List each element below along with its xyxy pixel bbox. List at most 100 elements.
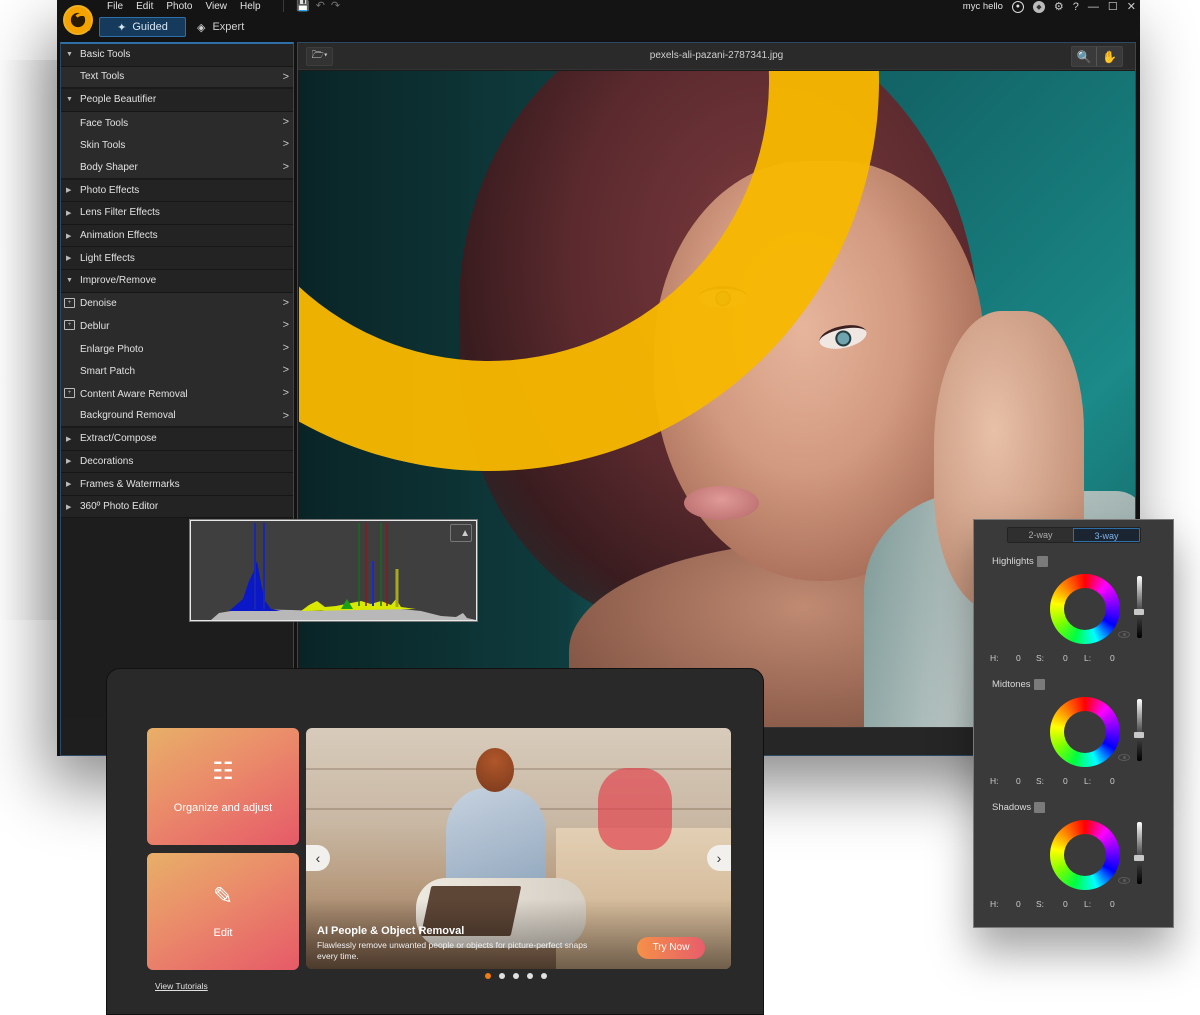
minimize-button[interactable]: — <box>1088 1 1099 13</box>
slider-thumb[interactable] <box>1134 855 1144 861</box>
slider-thumb[interactable] <box>1134 732 1144 738</box>
redo-icon[interactable]: ↷ <box>331 0 340 12</box>
carousel-dot[interactable] <box>527 973 533 979</box>
save-icon[interactable]: 💾 <box>296 0 310 12</box>
bell-icon[interactable]: ◆ <box>1032 0 1045 13</box>
sidebar-category-360-photo-editor[interactable]: ▶ 360º Photo Editor <box>61 495 293 519</box>
undo-icon[interactable]: ↶ <box>316 0 325 12</box>
section-checkbox[interactable] <box>1036 556 1048 567</box>
menu-edit[interactable]: Edit <box>136 0 162 14</box>
sidebar-label: Skin Tools <box>80 140 126 152</box>
quick-access: 💾 ↶ ↷ <box>283 0 340 12</box>
s-label: S: <box>1036 776 1045 786</box>
gear-icon[interactable]: ⚙ <box>1054 1 1064 13</box>
caret-right-icon: ▶ <box>66 481 72 489</box>
caret-down-icon: ▼ <box>66 51 73 59</box>
sidebar-label: Content Aware Removal <box>80 388 188 400</box>
carousel-dot[interactable] <box>499 973 505 979</box>
window-shadow <box>0 60 60 620</box>
magic-wand-icon: ✦ <box>117 21 127 34</box>
maximize-button[interactable]: ☐ <box>1108 1 1118 13</box>
l-label: L: <box>1084 653 1092 663</box>
slider-thumb[interactable] <box>1134 609 1144 615</box>
sidebar-category-lens-filter-effects[interactable]: ▶ Lens Filter Effects <box>61 202 293 225</box>
title-bar: File Edit Photo View Help 💾 ↶ ↷ ✦ Guided… <box>57 0 1140 40</box>
zoom-icon[interactable]: 🔍 <box>1072 47 1097 66</box>
hand-pan-icon[interactable]: ✋ <box>1097 47 1122 66</box>
try-now-button[interactable]: Try Now <box>637 937 705 959</box>
help-icon[interactable]: ? <box>1073 1 1079 13</box>
eye-icon[interactable] <box>1118 754 1130 761</box>
sidebar-category-decorations[interactable]: ▶ Decorations <box>61 450 293 474</box>
sidebar-item-content-aware-removal[interactable]: + > Content Aware Removal <box>61 382 293 406</box>
chevron-right-icon[interactable]: › <box>707 845 731 871</box>
chevron-right-icon: > <box>282 341 289 354</box>
chevron-right-icon: > <box>282 296 289 309</box>
sidebar-category-photo-effects[interactable]: ▶ Photo Effects <box>61 179 293 203</box>
menu-view[interactable]: View <box>206 0 237 14</box>
menu-help[interactable]: Help <box>240 0 270 14</box>
sidebar-category-people-beautifier[interactable]: ▼ People Beautifier <box>61 89 293 112</box>
sliders-icon: ☷ <box>212 757 234 785</box>
eye-icon[interactable] <box>1118 631 1130 638</box>
sidebar-category-light-effects[interactable]: ▶ Light Effects <box>61 247 293 270</box>
sidebar-item-background-removal[interactable]: > Background Removal <box>61 405 293 429</box>
caret-right-icon: ▶ <box>66 209 72 217</box>
clipping-warning-icon[interactable]: ▲ <box>450 524 472 542</box>
expert-mode-button[interactable]: ◈ Expert <box>197 17 267 37</box>
subject-lips <box>684 486 759 520</box>
sidebar-item-deblur[interactable]: + > Deblur <box>61 315 293 338</box>
sidebar-item-body-shaper[interactable]: > Body Shaper <box>61 156 293 180</box>
sidebar-item-enlarge-photo[interactable]: > Enlarge Photo <box>61 337 293 361</box>
ai-badge-icon: + <box>64 320 75 331</box>
sidebar-item-face-tools[interactable]: > Face Tools <box>61 111 293 135</box>
tab-2-way[interactable]: 2-way <box>1008 528 1073 542</box>
view-tutorials-link[interactable]: View Tutorials <box>155 981 208 991</box>
section-checkbox[interactable] <box>1034 802 1046 813</box>
tools-sidebar: ▼ Basic Tools > Text Tools ▼ People Beautifie… <box>60 42 294 756</box>
promo-banner[interactable]: AI People & Object Removal Flawlessly re… <box>306 728 731 969</box>
chevron-right-icon: > <box>282 115 289 128</box>
chevron-left-icon[interactable]: ‹ <box>306 845 330 871</box>
guided-mode-button[interactable]: ✦ Guided <box>99 17 186 37</box>
color-wheel[interactable] <box>1050 697 1120 767</box>
sidebar-category-basic-tools[interactable]: ▼ Basic Tools <box>61 44 293 67</box>
user-name[interactable]: myc hello <box>963 1 1003 12</box>
menu-file[interactable]: File <box>107 0 132 14</box>
sidebar-item-denoise[interactable]: + > Denoise <box>61 292 293 316</box>
eye-icon[interactable] <box>1118 877 1130 884</box>
sidebar-item-smart-patch[interactable]: > Smart Patch <box>61 360 293 383</box>
caret-right-icon: ▶ <box>66 187 72 195</box>
organize-card[interactable]: ☷ Organize and adjust <box>147 728 299 845</box>
carousel-dot[interactable] <box>513 973 519 979</box>
sidebar-item-skin-tools[interactable]: > Skin Tools <box>61 134 293 157</box>
section-checkbox[interactable] <box>1033 679 1045 690</box>
carousel-dot[interactable] <box>485 973 491 979</box>
l-value: 0 <box>1110 653 1115 663</box>
sidebar-category-frames-watermarks[interactable]: ▶ Frames & Watermarks <box>61 473 293 496</box>
title-bar-right: myc hello ● ◆ ⚙ ? — ☐ ✕ <box>963 0 1136 13</box>
lightness-slider[interactable] <box>1134 822 1144 884</box>
sidebar-category-animation-effects[interactable]: ▶ Animation Effects <box>61 224 293 248</box>
carousel-dot[interactable] <box>541 973 547 979</box>
layers-icon: ◈ <box>197 21 206 34</box>
account-icon[interactable]: ● <box>1011 0 1024 13</box>
menu-photo[interactable]: Photo <box>166 0 201 14</box>
chevron-right-icon: > <box>282 409 289 422</box>
close-button[interactable]: ✕ <box>1127 1 1136 13</box>
sidebar-item-text-tools[interactable]: > Text Tools <box>61 66 293 90</box>
color-wheel[interactable] <box>1050 574 1120 644</box>
sidebar-label: Animation Effects <box>80 230 158 242</box>
edit-card[interactable]: ✎ Edit <box>147 853 299 970</box>
lightness-slider[interactable] <box>1134 699 1144 761</box>
sidebar-label: Lens Filter Effects <box>80 207 160 219</box>
lightness-slider[interactable] <box>1134 576 1144 638</box>
guided-label: Guided <box>132 21 168 33</box>
sidebar-label: Deblur <box>80 320 110 332</box>
sidebar-label: Denoise <box>80 298 117 310</box>
sidebar-category-improve-remove[interactable]: ▼ Improve/Remove <box>61 269 293 293</box>
color-wheel[interactable] <box>1050 820 1120 890</box>
s-label: S: <box>1036 899 1045 909</box>
sidebar-category-extract-compose[interactable]: ▶ Extract/Compose <box>61 428 293 451</box>
tab-3-way[interactable]: 3-way <box>1073 528 1140 542</box>
